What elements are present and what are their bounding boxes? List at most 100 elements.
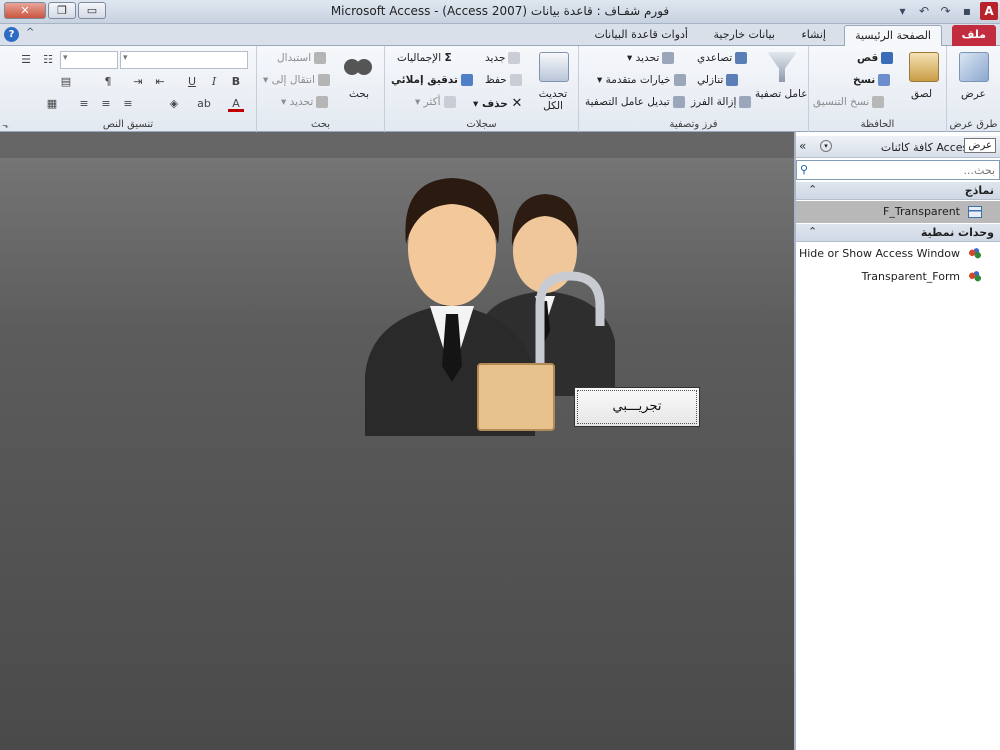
replace-button[interactable]: استبدال	[277, 52, 327, 64]
spelling-label: تدقيق إملائي	[391, 74, 458, 86]
bold-button[interactable]: B	[228, 74, 244, 90]
quick-access-toolbar: ▾ ↶ ↷ ▪	[894, 2, 977, 22]
tab-file[interactable]: ملف	[951, 25, 996, 46]
more-records-label: أكثر	[423, 96, 441, 108]
sort-descending-icon	[726, 74, 739, 86]
view-button[interactable]: عرض	[961, 88, 986, 100]
tab-database-tools[interactable]: أدوات قاعدة البيانات	[584, 25, 698, 46]
increase-indent-icon[interactable]: ⇥	[130, 74, 146, 90]
goto-button[interactable]: ▾ انتقال إلى	[263, 74, 330, 86]
copy-icon	[878, 74, 891, 86]
format-painter-button[interactable]: نسخ التنسيق	[813, 96, 885, 108]
nav-section-forms[interactable]: ⌃ نماذج	[796, 182, 1000, 200]
paste-icon[interactable]	[909, 52, 939, 82]
sort-ascending-icon	[735, 52, 748, 64]
group-label-find: بحث	[310, 119, 331, 130]
refresh-all-button[interactable]: تحديث الكل	[535, 88, 571, 112]
refresh-all-icon[interactable]	[539, 52, 569, 82]
select-button[interactable]: ▾ تحديد	[281, 96, 329, 108]
rtl-paragraph-icon[interactable]: ¶	[100, 74, 116, 90]
undo-icon[interactable]: ↶	[915, 2, 933, 20]
delete-x-icon: ✕	[511, 96, 523, 111]
replace-icon	[314, 52, 327, 64]
group-text-formatting: ▾ ▾ ☰ ☷ B I U ⇤ ⇥ ¶ ▤ A ab ◈ ≡ ≡ ≡ ▦ تنس…	[0, 46, 256, 132]
align-left-icon[interactable]: ≡	[76, 96, 92, 112]
align-right-icon[interactable]: ≡	[120, 96, 136, 112]
tab-create[interactable]: إنشاء	[792, 25, 836, 46]
filter-icon[interactable]	[767, 52, 797, 82]
delete-record-button[interactable]: ▾ حذف ✕	[473, 96, 522, 111]
more-records-button[interactable]: ▾ أكثر	[415, 96, 456, 108]
collapse-nav-icon[interactable]: «	[799, 139, 806, 153]
toggle-filter-button[interactable]: تبديل عامل التصفية	[585, 96, 685, 108]
access-app-icon[interactable]: A	[980, 2, 998, 20]
format-painter-label: نسخ التنسيق	[813, 96, 870, 108]
descending-button[interactable]: تنازلي	[697, 74, 739, 86]
new-record-icon	[508, 52, 521, 64]
align-center-icon[interactable]: ≡	[98, 96, 114, 112]
copy-button[interactable]: نسخ	[853, 74, 891, 86]
group-find: بحث استبدال ▾ انتقال إلى ▾ تحديد بحث	[256, 46, 384, 132]
toggle-filter-label: تبديل عامل التصفية	[585, 96, 670, 108]
view-icon[interactable]	[959, 52, 989, 82]
search-icon[interactable]: ⚲	[800, 163, 808, 176]
ascending-button[interactable]: تصاعدي	[697, 52, 748, 64]
minimize-ribbon-icon[interactable]: ^	[26, 27, 34, 38]
ribbon: عرض طرق عرض لصق قص نسخ نسخ التنسيق الحاف…	[0, 46, 1000, 132]
cut-button[interactable]: قص	[857, 52, 894, 64]
tab-external-data[interactable]: بيانات خارجية	[704, 25, 785, 46]
nav-item-label: Hide or Show Access Window	[798, 247, 960, 260]
numbering-icon[interactable]: ☷	[40, 52, 56, 68]
nav-section-modules[interactable]: ⌃ وحدات نمطية	[796, 224, 1000, 242]
italic-button[interactable]: I	[206, 74, 222, 90]
tab-home[interactable]: الصفحة الرئيسية	[844, 25, 942, 46]
redo-icon[interactable]: ↷	[937, 2, 955, 20]
select-cursor-icon	[316, 96, 329, 108]
selection-button[interactable]: ▾ تحديد	[627, 52, 675, 64]
group-views: عرض طرق عرض	[946, 46, 1000, 132]
customize-qat-icon[interactable]: ▾	[894, 2, 912, 20]
totals-button[interactable]: الإجماليات Σ	[397, 52, 452, 64]
nav-menu-dropdown-icon[interactable]: ▾	[820, 140, 832, 152]
nav-item-form[interactable]: F_Transparent	[796, 201, 1000, 223]
nav-pane-header[interactable]: « ▾ كافة كائنات Access عرض	[796, 136, 1000, 158]
paste-button[interactable]: لصق	[911, 88, 932, 100]
scissors-icon	[881, 52, 894, 64]
sigma-icon: Σ	[444, 52, 452, 64]
binoculars-icon[interactable]	[343, 52, 373, 82]
nav-search-input[interactable]	[815, 162, 997, 178]
font-name-dropdown[interactable]: ▾	[120, 51, 248, 69]
new-record-label: جديد	[485, 52, 506, 64]
nav-search-box: ⚲	[796, 160, 1000, 180]
remove-sort-button[interactable]: إزالة الفرز	[691, 96, 752, 108]
selection-label: تحديد	[635, 52, 660, 64]
decrease-indent-icon[interactable]: ⇤	[152, 74, 168, 90]
fill-color-icon[interactable]: ◈	[166, 96, 182, 112]
advanced-label: خيارات متقدمة	[605, 74, 671, 86]
nav-item-label: Transparent_Form	[861, 270, 960, 283]
new-record-button[interactable]: جديد	[485, 52, 521, 64]
font-color-button[interactable]: A	[228, 96, 244, 112]
save-icon[interactable]: ▪	[958, 2, 976, 20]
toggle-filter-icon	[672, 96, 685, 108]
filter-button[interactable]: عامل تصفية	[755, 88, 808, 100]
gridlines-icon[interactable]: ▤	[58, 74, 74, 90]
text-formatting-launcher-icon[interactable]: ⬎	[2, 121, 9, 130]
nav-item-module[interactable]: Hide or Show Access Window	[796, 243, 1000, 265]
bullets-icon[interactable]: ☰	[18, 52, 34, 68]
advanced-button[interactable]: ▾ خيارات متقدمة	[597, 74, 686, 86]
font-size-dropdown[interactable]: ▾	[60, 51, 118, 69]
nav-item-module[interactable]: Transparent_Form	[796, 266, 1000, 288]
highlight-color-icon[interactable]: ab	[196, 96, 212, 112]
navigation-pane: « ▾ كافة كائنات Access عرض ⚲ ⌃ نماذج F_T…	[794, 132, 1000, 750]
trial-button[interactable]: تجريـــبي	[574, 387, 700, 427]
find-button[interactable]: بحث	[349, 88, 369, 100]
help-icon[interactable]: ?	[4, 27, 19, 42]
ascending-label: تصاعدي	[697, 52, 733, 64]
group-label-records: سجلات	[466, 119, 497, 130]
save-record-button[interactable]: حفظ	[485, 74, 522, 86]
spelling-button[interactable]: تدقيق إملائي	[391, 74, 473, 86]
alt-row-color-icon[interactable]: ▦	[44, 96, 60, 112]
underline-button[interactable]: U	[184, 74, 200, 90]
section-collapse-icon: ⌃	[808, 183, 818, 196]
